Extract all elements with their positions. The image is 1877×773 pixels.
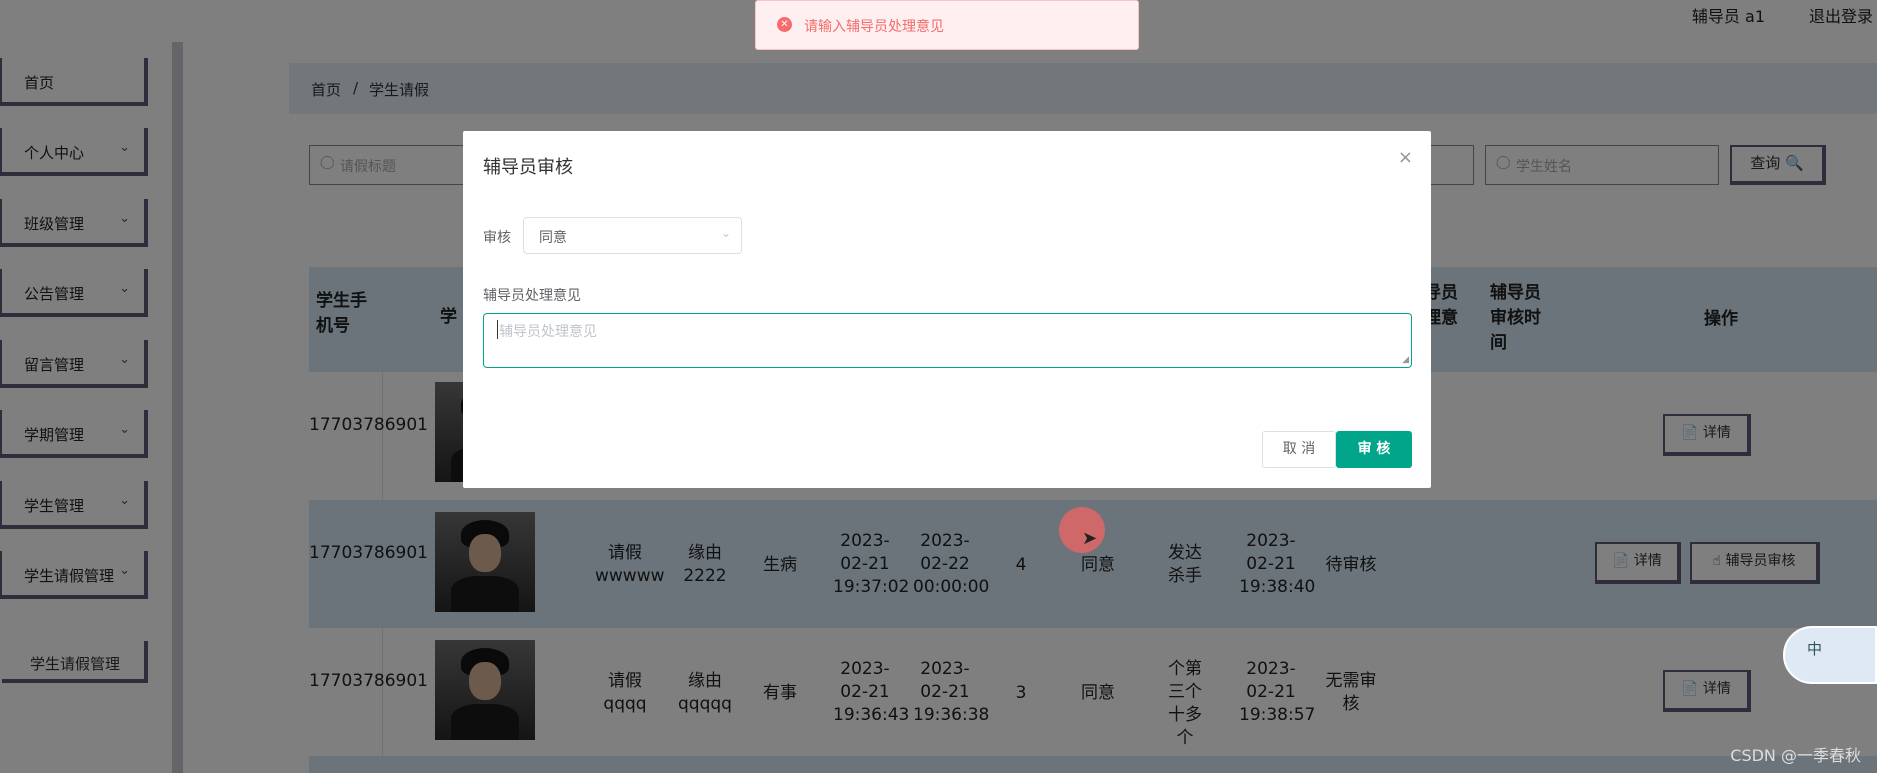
- counselor-audit-dialog: 辅导员审核 × 审核 同意 ⌄ 辅导员处理意见 辅导员处理意见 ◢ ➤ 取 消 …: [463, 131, 1431, 553]
- dialog-title: 辅导员审核: [483, 157, 573, 178]
- opinion-label: 辅导员处理意见: [483, 288, 581, 304]
- watermark: CSDN @一季春秋: [1730, 746, 1861, 765]
- ime-widget[interactable]: 中: [1783, 626, 1877, 684]
- error-icon: ✕: [777, 17, 792, 32]
- opinion-textarea[interactable]: 辅导员处理意见 ◢ ➤: [483, 313, 1412, 553]
- close-icon[interactable]: ×: [1398, 147, 1413, 168]
- approve-button[interactable]: 审 核: [1336, 431, 1412, 468]
- mouse-pointer-icon: ➤: [1082, 528, 1098, 549]
- toast-message: 请输入辅导员处理意见: [804, 19, 944, 35]
- ime-mode-label: 中: [1807, 640, 1823, 658]
- text-cursor: [497, 320, 498, 339]
- cancel-button[interactable]: 取 消: [1262, 431, 1336, 468]
- audit-label: 审核: [483, 230, 511, 246]
- audit-select-value: 同意: [539, 230, 567, 246]
- opinion-placeholder: 辅导员处理意见: [499, 324, 597, 340]
- error-toast: ✕ 请输入辅导员处理意见: [755, 0, 1139, 50]
- audit-select[interactable]: 同意 ⌄: [523, 217, 742, 254]
- chevron-down-icon: ⌄: [720, 226, 731, 240]
- resize-handle[interactable]: ◢: [1402, 355, 1409, 365]
